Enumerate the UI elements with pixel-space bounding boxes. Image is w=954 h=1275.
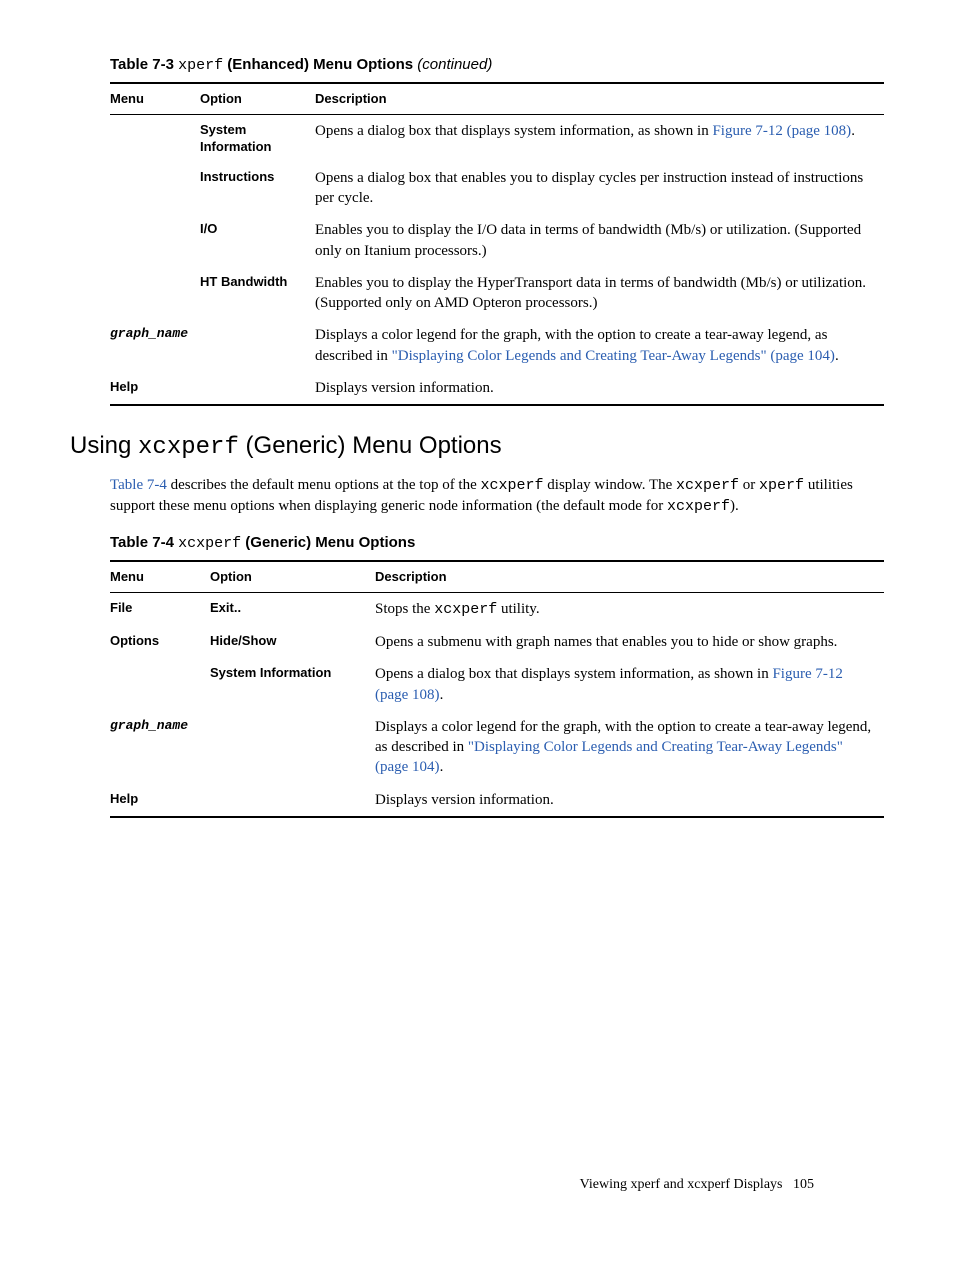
table-7-4: Menu Option Description File Exit.. Stop… [110, 560, 884, 818]
table-row: File Exit.. Stops the xcxperf utility. [110, 592, 884, 626]
description-cell: Displays version information. [315, 372, 884, 405]
section-paragraph: Table 7-4 describes the default menu opt… [110, 475, 884, 518]
caption-label: Table 7-4 [110, 534, 174, 551]
header-option: Option [210, 561, 375, 592]
menu-file: File [110, 592, 210, 626]
table-7-4-caption: Table 7-4 xcxperf (Generic) Menu Options [110, 533, 884, 554]
description-cell: Stops the xcxperf utility. [375, 592, 884, 626]
table-row: System Information Opens a dialog box th… [110, 114, 884, 162]
description-cell: Displays version information. [375, 784, 884, 817]
table-row: Help Displays version information. [110, 784, 884, 817]
description-cell: Opens a submenu with graph names that en… [375, 626, 884, 658]
footer-text: Viewing xperf and xcxperf Displays [580, 1177, 783, 1192]
header-menu: Menu [110, 83, 200, 114]
table-row: graph_name Displays a color legend for t… [110, 711, 884, 784]
link-color-legends[interactable]: "Displaying Color Legends and Creating T… [392, 348, 835, 364]
table-row: Instructions Opens a dialog box that ena… [110, 162, 884, 215]
description-cell: Displays a color legend for the graph, w… [315, 319, 884, 372]
option-io: I/O [200, 214, 315, 267]
table-header-row: Menu Option Description [110, 83, 884, 114]
description-cell: Enables you to display the I/O data in t… [315, 214, 884, 267]
caption-rest: (Enhanced) Menu Options [223, 56, 417, 73]
table-row: graph_name Displays a color legend for t… [110, 319, 884, 372]
description-cell: Enables you to display the HyperTranspor… [315, 267, 884, 320]
table-row: I/O Enables you to display the I/O data … [110, 214, 884, 267]
table-header-row: Menu Option Description [110, 561, 884, 592]
table-row: HT Bandwidth Enables you to display the … [110, 267, 884, 320]
description-cell: Opens a dialog box that displays system … [315, 114, 884, 162]
caption-code: xperf [178, 57, 223, 74]
option-system-information: System Information [210, 658, 375, 711]
table-7-3: Menu Option Description System Informati… [110, 82, 884, 406]
menu-graph-name: graph_name [110, 319, 200, 372]
link-figure-7-12[interactable]: Figure 7-12 (page 108) [712, 123, 851, 139]
option-hide-show: Hide/Show [210, 626, 375, 658]
option-exit: Exit.. [210, 592, 375, 626]
caption-label: Table 7-3 [110, 56, 174, 73]
table-row: System Information Opens a dialog box th… [110, 658, 884, 711]
menu-help: Help [110, 372, 200, 405]
option-system-information: System Information [200, 114, 315, 162]
menu-graph-name: graph_name [110, 711, 210, 784]
description-cell: Opens a dialog box that enables you to d… [315, 162, 884, 215]
menu-help: Help [110, 784, 210, 817]
table-row: Help Displays version information. [110, 372, 884, 405]
description-cell: Displays a color legend for the graph, w… [375, 711, 884, 784]
header-option: Option [200, 83, 315, 114]
caption-code: xcxperf [178, 535, 241, 552]
caption-rest: (Generic) Menu Options [241, 534, 415, 551]
table-7-3-caption: Table 7-3 xperf (Enhanced) Menu Options … [110, 55, 884, 76]
table-row: Options Hide/Show Opens a submenu with g… [110, 626, 884, 658]
option-ht-bandwidth: HT Bandwidth [200, 267, 315, 320]
header-description: Description [315, 83, 884, 114]
option-instructions: Instructions [200, 162, 315, 215]
page-footer: Viewing xperf and xcxperf Displays 105 [580, 1176, 814, 1195]
page-number: 105 [793, 1177, 814, 1192]
menu-options: Options [110, 626, 210, 658]
section-heading-xcxperf-generic: Using xcxperf (Generic) Menu Options [70, 430, 884, 464]
caption-continued: (continued) [417, 56, 492, 73]
header-menu: Menu [110, 561, 210, 592]
link-table-7-4[interactable]: Table 7-4 [110, 477, 167, 493]
header-description: Description [375, 561, 884, 592]
description-cell: Opens a dialog box that displays system … [375, 658, 884, 711]
